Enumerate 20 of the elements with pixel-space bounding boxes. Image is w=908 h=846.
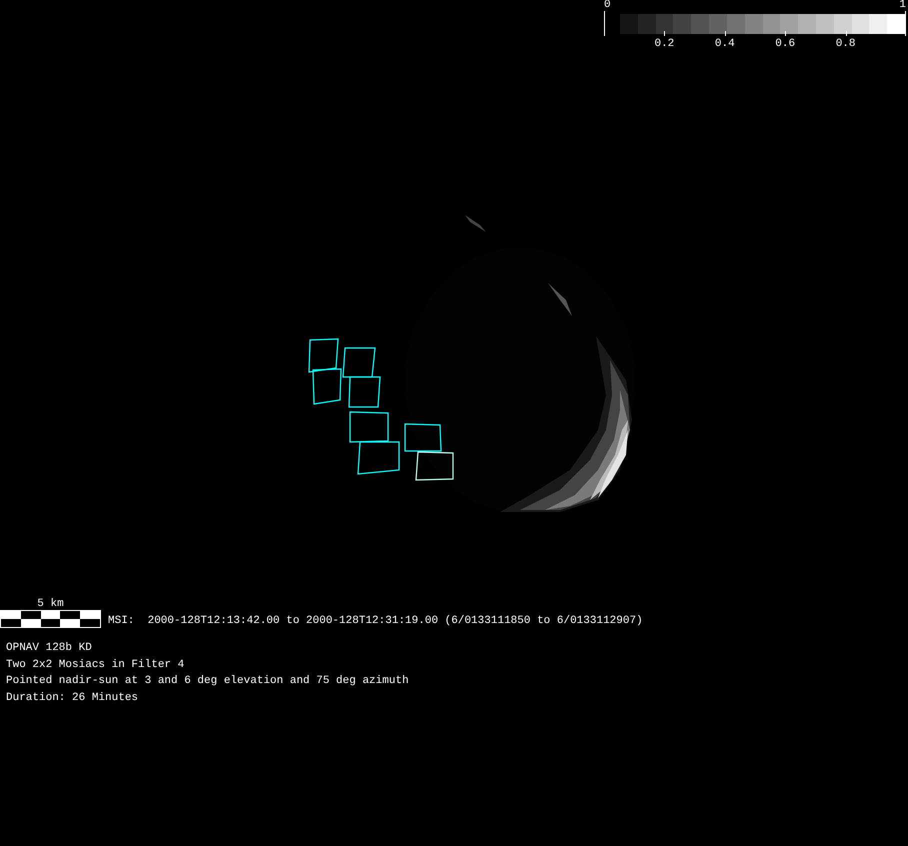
- image-footprint: [312, 368, 342, 405]
- image-footprint: [348, 376, 381, 408]
- colorbar-tick-label: 0.8: [836, 37, 856, 50]
- observation-note: OPNAV 128b KD: [6, 641, 93, 656]
- image-footprint: [404, 423, 442, 452]
- image-footprint: [415, 451, 454, 481]
- observation-note: Two 2x2 Mosiacs in Filter 4: [6, 658, 186, 673]
- image-footprint: [349, 411, 389, 443]
- colorbar-tick-label: 0.2: [654, 37, 674, 50]
- observation-note: Duration: 26 Minutes: [6, 691, 140, 706]
- colorbar-tick-label: 0.6: [775, 37, 796, 50]
- colorbar-tick-label: 0.4: [714, 37, 735, 50]
- observation-note: Pointed nadir-sun at 3 and 6 deg elevation and 75 deg azimuth: [6, 674, 410, 690]
- colorbar-max-label: 1: [899, 0, 906, 11]
- colorbar-min-label: 0: [604, 0, 611, 11]
- image-footprint: [342, 347, 376, 378]
- image-footprint: [308, 338, 339, 373]
- msi-time-range: MSI: 2000-128T12:13:42.00 to 2000-128T12:31:19.00 (6/0133111850 to 6/0133112907): [108, 614, 643, 628]
- image-footprint: [357, 441, 400, 475]
- scale-bar-label: 5 km: [37, 598, 64, 610]
